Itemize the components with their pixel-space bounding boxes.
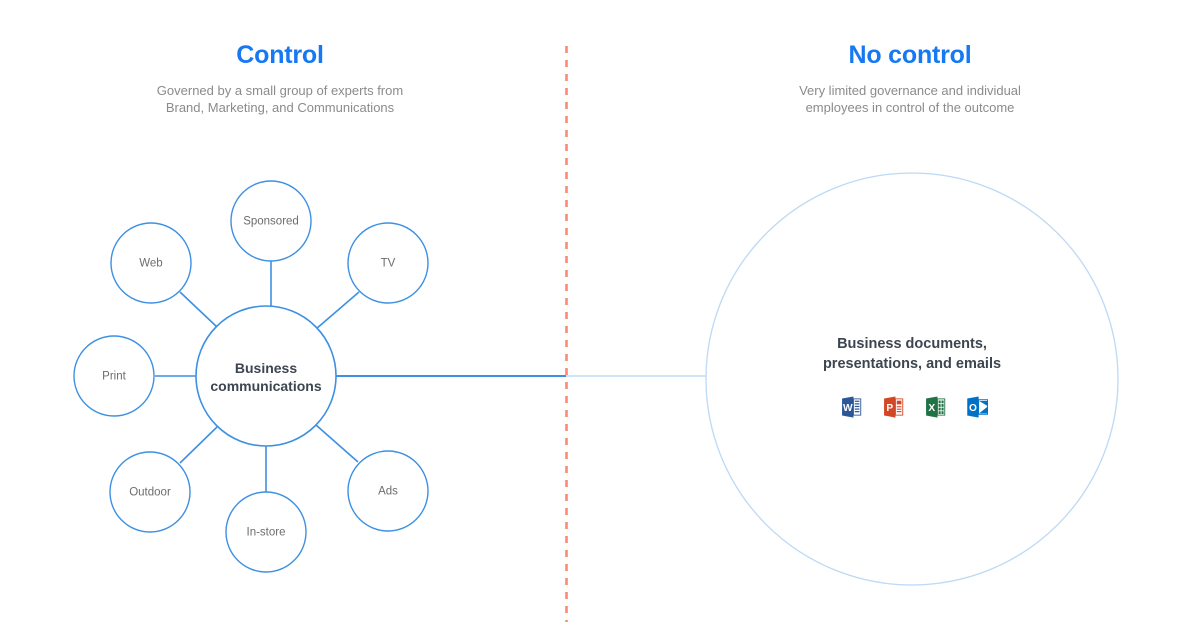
node-print-label: Print (102, 371, 126, 383)
svg-text:X: X (928, 403, 935, 414)
spoke-ads (315, 424, 359, 463)
diagram-canvas: Control Governed by a small group of exp… (0, 0, 1183, 634)
node-print[interactable]: Print (73, 335, 155, 417)
node-sponsored-label: Sponsored (243, 216, 299, 228)
svg-text:O: O (969, 403, 977, 414)
spoke-outdoor (179, 426, 218, 464)
node-ads[interactable]: Ads (347, 450, 429, 532)
spoke-tv (315, 291, 360, 330)
node-web-label: Web (139, 258, 162, 270)
node-ads-label: Ads (378, 486, 398, 498)
node-tv[interactable]: TV (347, 222, 429, 304)
hub-label-line1: Business (235, 360, 297, 376)
no-control-label-line1: Business documents, (837, 336, 987, 352)
hub-label-line2: communications (210, 378, 321, 394)
svg-text:W: W (843, 403, 853, 414)
svg-text:P: P (886, 403, 893, 414)
node-tv-label: TV (381, 258, 396, 270)
hub-and-spoke-diagram: Sponsored Web TV Print Outdoor In-store (73, 46, 1119, 622)
no-control-circle[interactable]: Business documents, presentations, and e… (705, 172, 1119, 586)
node-instore[interactable]: In-store (225, 491, 307, 573)
outlook-icon[interactable]: O (964, 394, 990, 420)
node-web[interactable]: Web (110, 222, 192, 304)
hub-node[interactable]: Business communications (195, 305, 337, 447)
powerpoint-icon[interactable]: P (880, 394, 906, 420)
office-app-icon-row: W P X O (838, 394, 998, 420)
node-outdoor-label: Outdoor (129, 487, 171, 499)
node-instore-label: In-store (247, 527, 286, 539)
no-control-label-line2: presentations, and emails (823, 356, 1001, 372)
word-icon[interactable]: W (838, 394, 864, 420)
node-sponsored[interactable]: Sponsored (230, 180, 312, 262)
node-outdoor[interactable]: Outdoor (109, 451, 191, 533)
excel-icon[interactable]: X (922, 394, 948, 420)
spoke-web (179, 291, 218, 328)
